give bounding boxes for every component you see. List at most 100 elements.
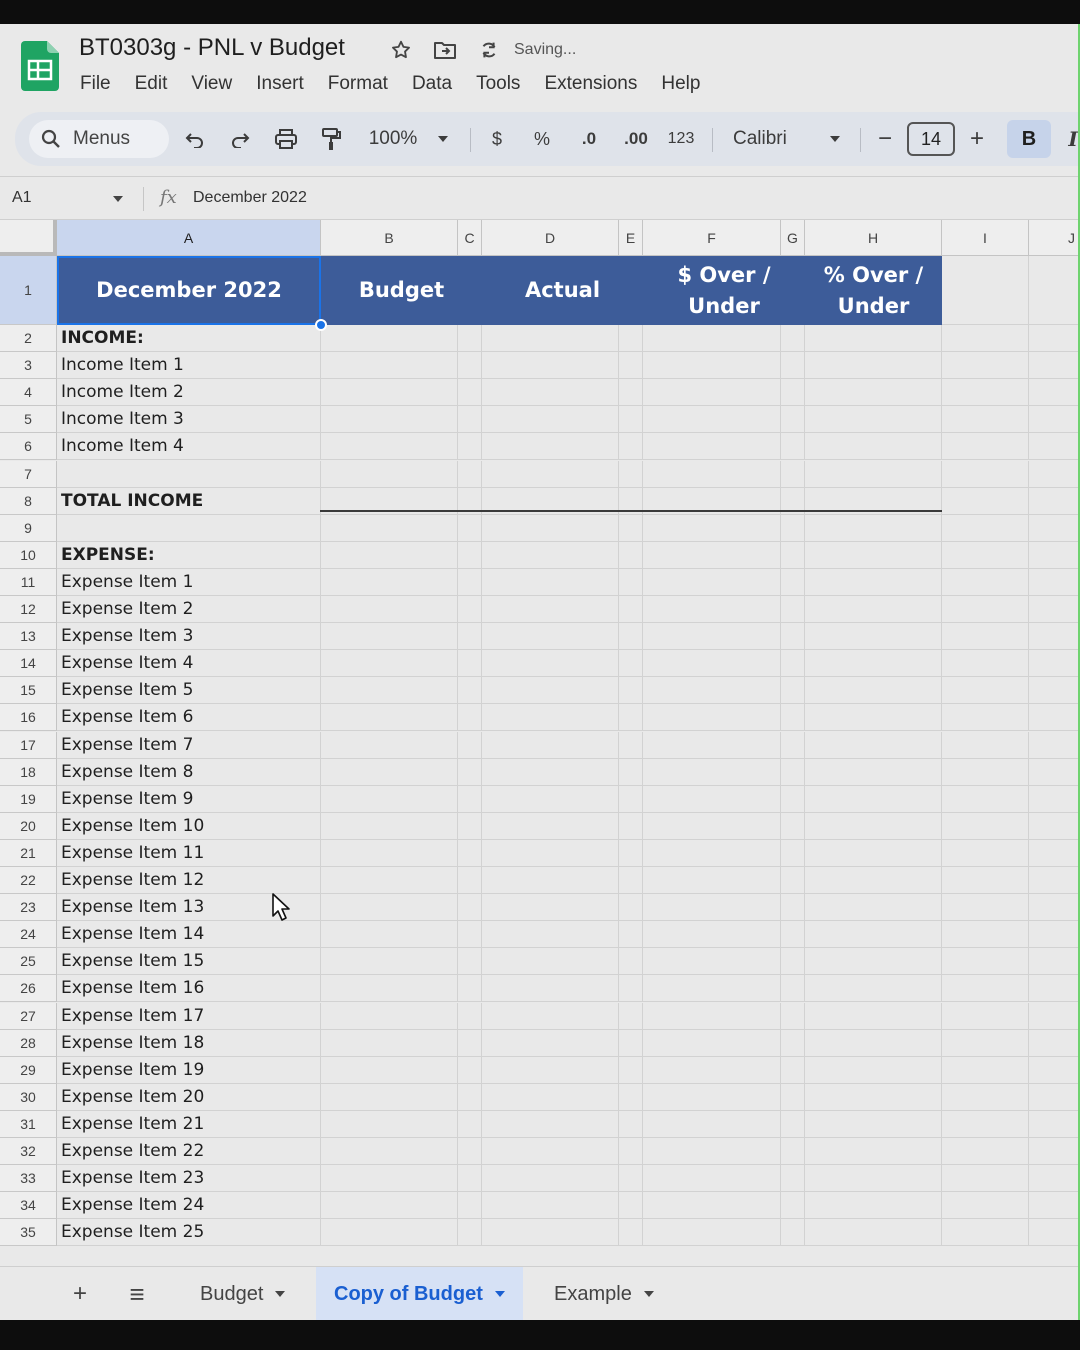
cell[interactable]: [458, 1083, 482, 1111]
sheet-tab-budget[interactable]: Budget: [182, 1267, 303, 1320]
cell[interactable]: [458, 867, 482, 895]
cell[interactable]: [1029, 406, 1080, 434]
menu-file[interactable]: File: [68, 70, 123, 98]
cell[interactable]: [619, 568, 643, 596]
cell[interactable]: [1029, 461, 1080, 488]
cell-a18[interactable]: Expense Item 8: [57, 758, 321, 786]
cell[interactable]: [942, 325, 1029, 353]
cell[interactable]: [643, 1083, 781, 1111]
cell[interactable]: [643, 894, 781, 922]
cell[interactable]: [805, 460, 942, 488]
cell[interactable]: [805, 731, 942, 759]
row-header[interactable]: 4: [0, 379, 57, 407]
chevron-down-icon[interactable]: [494, 1291, 505, 1297]
cell[interactable]: [321, 677, 458, 705]
cell[interactable]: [643, 568, 781, 596]
name-box-dropdown-icon[interactable]: [113, 196, 123, 202]
cell[interactable]: [942, 731, 1029, 759]
cell[interactable]: [321, 1002, 458, 1030]
cell[interactable]: [458, 406, 482, 434]
document-title[interactable]: BT0303g - PNL v Budget: [79, 34, 345, 62]
cell[interactable]: [458, 1110, 482, 1138]
row-header[interactable]: 26: [0, 975, 57, 1003]
cell[interactable]: [458, 433, 482, 461]
row-header[interactable]: 7: [0, 460, 57, 488]
number-format-button[interactable]: 123: [663, 122, 699, 156]
cell[interactable]: [619, 758, 643, 786]
cell[interactable]: [482, 379, 619, 407]
cell[interactable]: [1029, 1003, 1080, 1030]
cell[interactable]: [619, 948, 643, 976]
column-header-f[interactable]: F: [643, 220, 781, 256]
cell[interactable]: [458, 975, 482, 1003]
cell[interactable]: [321, 568, 458, 596]
header-percent-over-under-cell[interactable]: % Over / Under: [805, 256, 942, 325]
cell[interactable]: [482, 650, 619, 678]
cell[interactable]: [1029, 1057, 1080, 1084]
cell[interactable]: [321, 812, 458, 840]
cell[interactable]: [1029, 732, 1080, 759]
cell[interactable]: [643, 352, 781, 380]
cell[interactable]: [643, 839, 781, 867]
cell[interactable]: [482, 1056, 619, 1084]
cell[interactable]: [781, 541, 805, 569]
cell[interactable]: [482, 623, 619, 651]
cell[interactable]: [1029, 1111, 1080, 1138]
row-header[interactable]: 21: [0, 839, 57, 867]
cell[interactable]: [482, 785, 619, 813]
cell[interactable]: [805, 812, 942, 840]
sheet-tab-copy-of-budget[interactable]: Copy of Budget: [316, 1267, 523, 1320]
paint-format-icon[interactable]: [317, 122, 345, 156]
cell[interactable]: [781, 867, 805, 895]
cell[interactable]: [643, 596, 781, 624]
cell[interactable]: [781, 704, 805, 732]
row-header[interactable]: 19: [0, 785, 57, 813]
column-header-d[interactable]: D: [482, 220, 619, 256]
cell[interactable]: [482, 1110, 619, 1138]
cell[interactable]: [1029, 379, 1080, 407]
cell[interactable]: [781, 1002, 805, 1030]
menu-extensions[interactable]: Extensions: [532, 70, 649, 98]
cell[interactable]: [643, 514, 781, 542]
row-header[interactable]: 31: [0, 1110, 57, 1138]
cell-a11[interactable]: Expense Item 1: [57, 568, 321, 596]
cell[interactable]: [942, 487, 1029, 515]
cell[interactable]: [619, 1002, 643, 1030]
cell[interactable]: [781, 948, 805, 976]
cell[interactable]: [321, 867, 458, 895]
cell[interactable]: [1029, 948, 1080, 976]
currency-format-button[interactable]: $: [485, 122, 509, 156]
redo-icon[interactable]: [226, 122, 254, 156]
menu-insert[interactable]: Insert: [244, 70, 316, 98]
cell[interactable]: [619, 1165, 643, 1193]
cell[interactable]: [1029, 759, 1080, 786]
cell[interactable]: [643, 623, 781, 651]
cell[interactable]: [482, 948, 619, 976]
cell[interactable]: [1029, 488, 1080, 515]
cell[interactable]: [942, 623, 1029, 651]
cell[interactable]: [458, 839, 482, 867]
column-header-c[interactable]: C: [458, 220, 482, 256]
row-header[interactable]: 14: [0, 650, 57, 678]
zoom-dropdown-icon[interactable]: [433, 122, 453, 156]
cell[interactable]: [805, 1002, 942, 1030]
cell[interactable]: [643, 379, 781, 407]
column-header-a[interactable]: A: [57, 220, 321, 256]
cell[interactable]: [805, 623, 942, 651]
cell[interactable]: [482, 731, 619, 759]
cell-a25[interactable]: Expense Item 15: [57, 948, 321, 976]
header-actual-cell[interactable]: Actual: [482, 256, 643, 325]
row-header[interactable]: 11: [0, 568, 57, 596]
row-header[interactable]: 5: [0, 406, 57, 434]
cell[interactable]: [482, 812, 619, 840]
cell[interactable]: [482, 975, 619, 1003]
cell[interactable]: [458, 541, 482, 569]
font-size-input[interactable]: 14: [907, 122, 955, 156]
cell[interactable]: [619, 325, 643, 353]
cell-a27[interactable]: Expense Item 17: [57, 1002, 321, 1030]
cell[interactable]: [643, 650, 781, 678]
cell[interactable]: [321, 894, 458, 922]
cell[interactable]: [942, 1138, 1029, 1166]
cell[interactable]: [482, 514, 619, 542]
cell[interactable]: [458, 894, 482, 922]
